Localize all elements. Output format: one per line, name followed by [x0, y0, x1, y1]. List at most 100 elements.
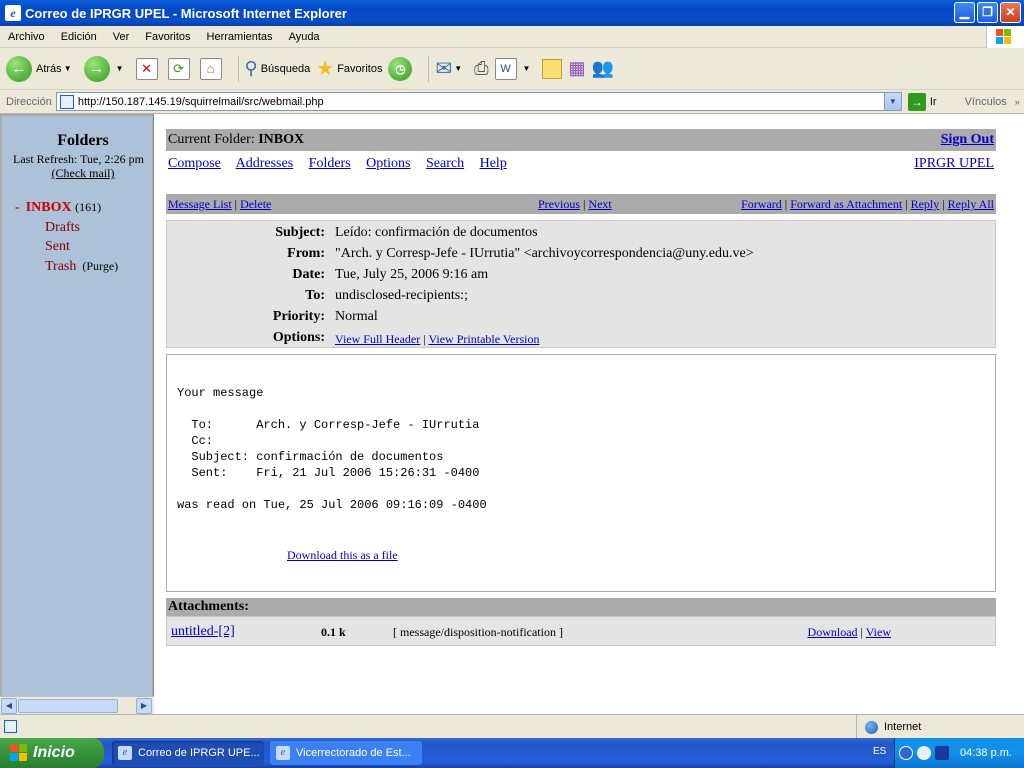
links-toolbar[interactable]: Vínculos	[965, 96, 1007, 108]
frame-divider[interactable]	[154, 114, 166, 714]
status-bar: Internet	[0, 714, 1024, 739]
back-dropdown-icon[interactable]: ▼	[64, 64, 72, 73]
forward-attachment-link[interactable]: Forward as Attachment	[790, 197, 902, 211]
taskbar-item-correo[interactable]: e Correo de IPRGR UPE...	[112, 741, 264, 765]
forward-link[interactable]: Forward	[741, 197, 782, 211]
forward-dropdown-icon[interactable]: ▼	[116, 64, 124, 73]
home-icon[interactable]: ⌂	[199, 57, 222, 80]
scroll-left-icon[interactable]: ◀	[1, 698, 17, 714]
word-icon[interactable]: W	[494, 57, 517, 80]
view-printable-link[interactable]: View Printable Version	[428, 332, 539, 346]
purge-link[interactable]: (Purge)	[82, 259, 118, 273]
task2-label: Vicerrectorado de Est...	[296, 747, 411, 759]
attachment-row: untitled-[2] 0.1 k [ message/disposition…	[166, 616, 996, 646]
language-indicator[interactable]: ES	[873, 746, 886, 757]
page-content: Folders Last Refresh: Tue, 2:26 pm (Chec…	[0, 114, 1024, 714]
folder-trash[interactable]: Trash (Purge)	[45, 259, 118, 275]
ie-icon: e	[118, 746, 132, 760]
window-title-bar[interactable]: e Correo de IPRGR UPEL - Microsoft Inter…	[0, 0, 1024, 26]
menu-ver[interactable]: Ver	[105, 31, 138, 43]
mail-dropdown-icon[interactable]: ▼	[454, 64, 462, 73]
start-button[interactable]: Inicio	[0, 738, 104, 768]
attachment-view-link[interactable]: View	[866, 625, 891, 639]
nav-folders[interactable]: Folders	[309, 156, 351, 171]
inbox-label[interactable]: INBOX	[26, 200, 72, 215]
notes-icon[interactable]	[542, 58, 563, 79]
start-label: Inicio	[33, 744, 75, 761]
address-input[interactable]: http://150.187.145.19/squirrelmail/src/w…	[55, 92, 902, 111]
search-button[interactable]: ⚲ Búsqueda	[245, 58, 311, 79]
check-mail-link[interactable]: (Check mail)	[52, 166, 115, 180]
view-full-header-link[interactable]: View Full Header	[335, 332, 420, 346]
browser-toolbar: ← Atrás ▼ → ▼ ✕ ⟳ ⌂ ⚲ Búsqueda ★ Favorit…	[0, 48, 1024, 90]
scroll-right-icon[interactable]: ▶	[136, 698, 152, 714]
stop-icon[interactable]: ✕	[135, 57, 158, 80]
ie-icon: e	[276, 746, 290, 760]
nav-search[interactable]: Search	[426, 156, 464, 171]
forward-button[interactable]: → ▼	[83, 55, 130, 82]
links-chevron-icon[interactable]: »	[1015, 97, 1020, 107]
tray-network-icon[interactable]	[917, 746, 931, 760]
globe-icon	[865, 720, 878, 734]
close-button[interactable]: ✕	[1000, 2, 1021, 23]
address-dropdown-icon[interactable]: ▼	[883, 93, 901, 110]
back-button[interactable]: ← Atrás ▼	[6, 55, 78, 82]
folder-drafts[interactable]: Drafts	[45, 220, 80, 236]
reply-all-link[interactable]: Reply All	[948, 197, 994, 211]
date-key: Date:	[292, 267, 325, 282]
nav-help[interactable]: Help	[480, 156, 507, 171]
sidebar-hscrollbar[interactable]: ◀ ▶	[0, 696, 154, 714]
refresh-icon[interactable]: ⟳	[167, 57, 190, 80]
message-body: Your message To: Arch. y Corresp-Jefe - …	[166, 354, 996, 592]
favorites-label: Favoritos	[337, 62, 383, 75]
menu-edicion[interactable]: Edición	[53, 31, 105, 43]
go-arrow-icon: →	[907, 92, 926, 111]
taskbar-item-vicerrectorado[interactable]: e Vicerrectorado de Est...	[270, 741, 422, 765]
attachment-size: 0.1 k	[321, 625, 346, 639]
address-bar: Dirección http://150.187.145.19/squirrel…	[0, 90, 1024, 114]
previous-link[interactable]: Previous	[538, 197, 580, 211]
nav-options[interactable]: Options	[366, 156, 410, 171]
print-icon[interactable]: ⎙	[474, 58, 488, 79]
maximize-button[interactable]: ❐	[977, 2, 998, 23]
search-icon: ⚲	[244, 58, 258, 78]
scroll-thumb[interactable]	[18, 699, 118, 713]
right-scroll-area	[1005, 114, 1024, 714]
menu-herramientas[interactable]: Herramientas	[199, 31, 281, 43]
mail-icon[interactable]: ✉	[435, 56, 452, 81]
download-file-link[interactable]: Download this as a file	[287, 548, 398, 563]
attachment-download-link[interactable]: Download	[808, 625, 858, 639]
folders-title: Folders	[57, 132, 109, 149]
message-actions-bar: Message List | Delete Previous | Next Fo…	[166, 194, 996, 214]
folder-sent[interactable]: Sent	[45, 239, 70, 255]
search-label: Búsqueda	[260, 62, 311, 75]
reply-link[interactable]: Reply	[911, 197, 940, 211]
current-folder-label: Current Folder:	[168, 132, 255, 147]
tray-arrow-icon[interactable]	[899, 746, 913, 760]
minimize-button[interactable]: ▁	[954, 2, 975, 23]
menu-ayuda[interactable]: Ayuda	[281, 31, 328, 43]
menu-favoritos[interactable]: Favoritos	[137, 31, 198, 43]
nav-addresses[interactable]: Addresses	[236, 156, 294, 171]
toolbar-separator	[428, 55, 430, 82]
message-list-link[interactable]: Message List	[168, 197, 232, 211]
nav-compose[interactable]: Compose	[168, 156, 221, 171]
tray-app-icon[interactable]	[935, 746, 949, 760]
go-button[interactable]: → Ir	[907, 92, 937, 111]
edit-dropdown-icon[interactable]: ▼	[523, 64, 531, 73]
messenger-icon[interactable]: 👥	[591, 58, 613, 79]
menu-archivo[interactable]: Archivo	[0, 31, 53, 43]
trash-label[interactable]: Trash	[45, 259, 76, 274]
attachments-title: Attachments:	[168, 599, 249, 614]
attachment-name-link[interactable]: untitled-[2]	[171, 624, 235, 640]
menu-bar: Archivo Edición Ver Favoritos Herramient…	[0, 26, 1024, 48]
folder-inbox[interactable]: - INBOX (161)	[15, 200, 101, 216]
inbox-collapse[interactable]: -	[15, 200, 20, 215]
next-link[interactable]: Next	[588, 197, 611, 211]
favorites-button[interactable]: ★ Favoritos	[316, 56, 382, 81]
sign-out-link[interactable]: Sign Out	[941, 132, 994, 148]
history-icon[interactable]: ◷	[388, 56, 413, 81]
org-link[interactable]: IPRGR UPEL	[914, 156, 994, 172]
delete-link[interactable]: Delete	[240, 197, 271, 211]
research-icon[interactable]: ▦	[568, 58, 585, 79]
